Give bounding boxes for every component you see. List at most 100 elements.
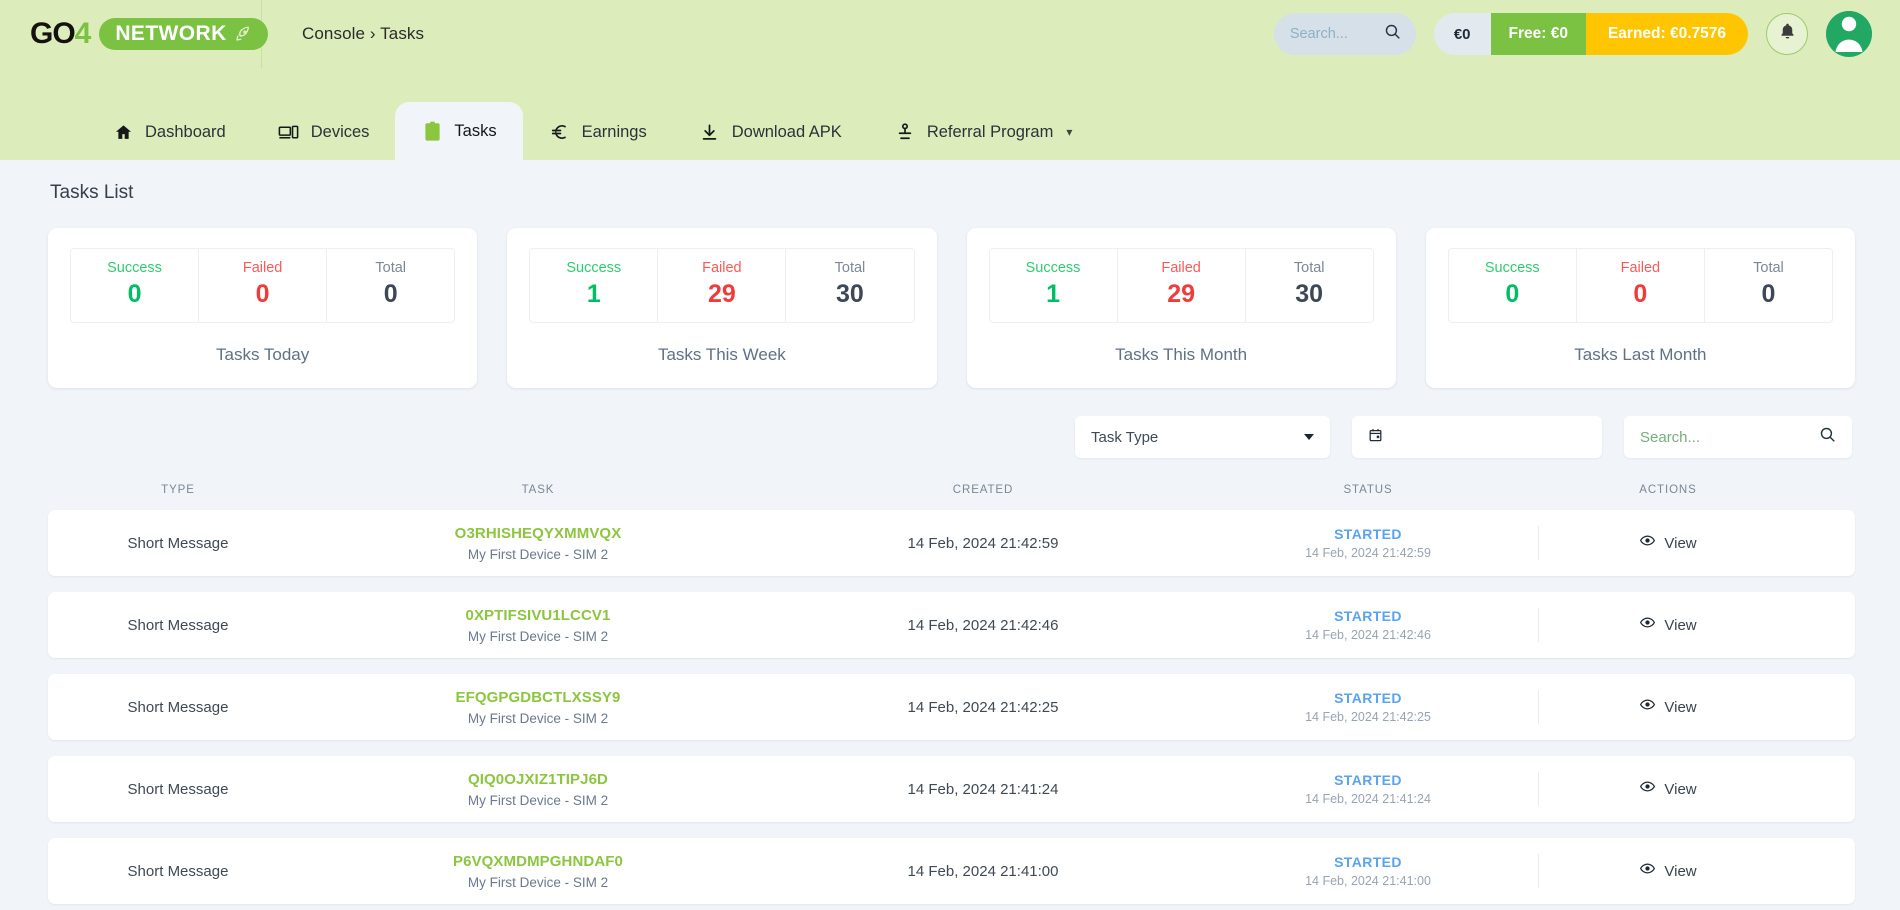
column-header-type: TYPE: [161, 484, 195, 496]
view-label: View: [1664, 698, 1697, 716]
cell-created: 14 Feb, 2024 21:42:46: [907, 616, 1059, 634]
view-button[interactable]: View: [1538, 772, 1798, 806]
clipboard-icon: [421, 121, 443, 142]
balance-cash: €0: [1453, 25, 1471, 43]
task-device: My First Device - SIM 2: [467, 710, 609, 726]
tab-referral-program[interactable]: Referral Program ▾: [868, 104, 1099, 160]
stat-cell-total: Total 0: [1705, 249, 1832, 322]
logo-network-text: NETWORK: [115, 22, 227, 45]
bell-icon: [1778, 22, 1797, 46]
task-device: My First Device - SIM 2: [467, 628, 609, 644]
cell-created: 14 Feb, 2024 21:41:24: [907, 780, 1059, 798]
task-type-select[interactable]: Task Type: [1075, 416, 1330, 458]
stat-cell-failed: Failed 29: [658, 249, 787, 322]
cell-status: STARTED 14 Feb, 2024 21:42:46: [1198, 608, 1538, 642]
balance-group[interactable]: €0 Free: €0 Earned: €0.7576: [1433, 13, 1748, 55]
table-search-input[interactable]: [1640, 428, 1800, 446]
stat-row: Success 0 Failed 0 Total 0: [1447, 248, 1833, 323]
stat-label: Failed: [702, 260, 742, 276]
page-title: Tasks List: [50, 182, 134, 203]
date-filter-input[interactable]: [1352, 416, 1602, 458]
user-avatar[interactable]: [1826, 11, 1872, 57]
stat-card-caption: Tasks This Week: [657, 344, 786, 364]
app-logo[interactable]: GO4 NETWORK: [30, 18, 268, 50]
stat-label: Success: [1025, 260, 1081, 276]
table-row[interactable]: Short Message O3RHISHEQYXMMVQX My First …: [48, 510, 1855, 576]
stat-card-caption: Tasks This Month: [1115, 344, 1248, 364]
view-label: View: [1664, 780, 1697, 798]
table-header-row: TYPE TASK CREATED STATUS ACTIONS: [48, 484, 1855, 510]
view-label: View: [1664, 862, 1697, 880]
tab-earnings[interactable]: Earnings: [523, 104, 673, 160]
stat-label: Failed: [242, 260, 283, 276]
view-label: View: [1664, 616, 1697, 634]
tab-earnings-label: Earnings: [581, 122, 647, 141]
stat-cell-total: Total 0: [327, 249, 454, 322]
column-header-task: TASK: [521, 484, 555, 496]
download-icon: [699, 123, 721, 142]
user-avatar-icon: [1826, 11, 1872, 57]
table-row[interactable]: Short Message EFQGPGDBCTLXSSY9 My First …: [48, 674, 1855, 740]
brand-zone: GO4 NETWORK: [0, 0, 268, 68]
stat-value: 30: [1295, 280, 1324, 308]
cell-task: EFQGPGDBCTLXSSY9 My First Device - SIM 2: [308, 689, 768, 726]
filter-bar: Task Type: [0, 388, 1900, 458]
stat-cell-failed: Failed 0: [199, 249, 328, 322]
view-label: View: [1664, 534, 1697, 552]
search-icon: [1819, 426, 1836, 448]
tasks-table: TYPE TASK CREATED STATUS ACTIONS Short M…: [0, 458, 1900, 904]
main-panel: Tasks List Success 0 Failed 0 Total 0 Ta…: [0, 160, 1900, 910]
person-share-icon: [894, 122, 916, 142]
header-search[interactable]: [1273, 13, 1416, 55]
status-timestamp: 14 Feb, 2024 21:41:24: [1305, 792, 1431, 806]
logo-text: GO4: [30, 17, 91, 50]
cell-type: Short Message: [127, 698, 229, 716]
stat-cell-success: Success 1: [530, 249, 659, 322]
logo-network-pill: NETWORK: [99, 18, 268, 50]
stat-value: 29: [1167, 280, 1196, 308]
view-button[interactable]: View: [1538, 526, 1798, 560]
stat-card-last-month: Success 0 Failed 0 Total 0 Tasks Last Mo…: [1425, 228, 1855, 388]
view-button[interactable]: View: [1538, 608, 1798, 642]
logo-go-text: GO: [30, 17, 76, 50]
stat-value: 0: [1505, 280, 1520, 308]
notifications-button[interactable]: [1766, 13, 1808, 55]
stat-value: 0: [1633, 280, 1648, 308]
tab-download-apk-label: Download APK: [731, 122, 842, 141]
status-badge: STARTED: [1334, 772, 1402, 788]
view-button[interactable]: View: [1538, 854, 1798, 888]
column-header-actions: ACTIONS: [1639, 484, 1697, 496]
status-timestamp: 14 Feb, 2024 21:41:00: [1305, 874, 1431, 888]
cell-type: Short Message: [127, 616, 229, 634]
cell-status: STARTED 14 Feb, 2024 21:41:24: [1198, 772, 1538, 806]
cell-created: 14 Feb, 2024 21:41:00: [907, 862, 1059, 880]
cell-status: STARTED 14 Feb, 2024 21:42:25: [1198, 690, 1538, 724]
cell-created: 14 Feb, 2024 21:42:59: [907, 534, 1059, 552]
task-code: P6VQXMDMPGHNDAF0: [453, 852, 623, 870]
task-type-value: Task Type: [1091, 428, 1159, 446]
task-device: My First Device - SIM 2: [467, 546, 609, 562]
tab-devices[interactable]: Devices: [252, 104, 396, 160]
tab-tasks[interactable]: Tasks: [395, 102, 523, 160]
task-code: 0XPTIFSIVU1LCCV1: [465, 606, 611, 624]
stat-label: Failed: [1161, 260, 1201, 276]
header-search-input[interactable]: [1289, 26, 1376, 42]
stat-cell-failed: Failed 29: [1118, 249, 1246, 322]
view-button[interactable]: View: [1538, 690, 1798, 724]
table-search[interactable]: [1624, 416, 1852, 458]
chevron-down-icon: ▾: [1066, 125, 1073, 139]
table-row[interactable]: Short Message 0XPTIFSIVU1LCCV1 My First …: [48, 592, 1855, 658]
stat-row: Success 0 Failed 0 Total 0: [70, 248, 456, 323]
stat-label: Success: [566, 260, 622, 276]
status-badge: STARTED: [1334, 608, 1402, 624]
table-row[interactable]: Short Message P6VQXMDMPGHNDAF0 My First …: [48, 838, 1855, 904]
eye-icon: [1640, 861, 1656, 881]
cell-type: Short Message: [127, 862, 229, 880]
cell-task: QIQ0OJXIZ1TIPJ6D My First Device - SIM 2: [308, 771, 768, 808]
stat-card-caption: Tasks Today: [216, 344, 310, 364]
table-row[interactable]: Short Message QIQ0OJXIZ1TIPJ6D My First …: [48, 756, 1855, 822]
column-header-status: STATUS: [1343, 484, 1393, 496]
tab-dashboard[interactable]: Dashboard: [86, 104, 252, 160]
tab-download-apk[interactable]: Download APK: [673, 104, 868, 160]
eye-icon: [1640, 779, 1656, 799]
